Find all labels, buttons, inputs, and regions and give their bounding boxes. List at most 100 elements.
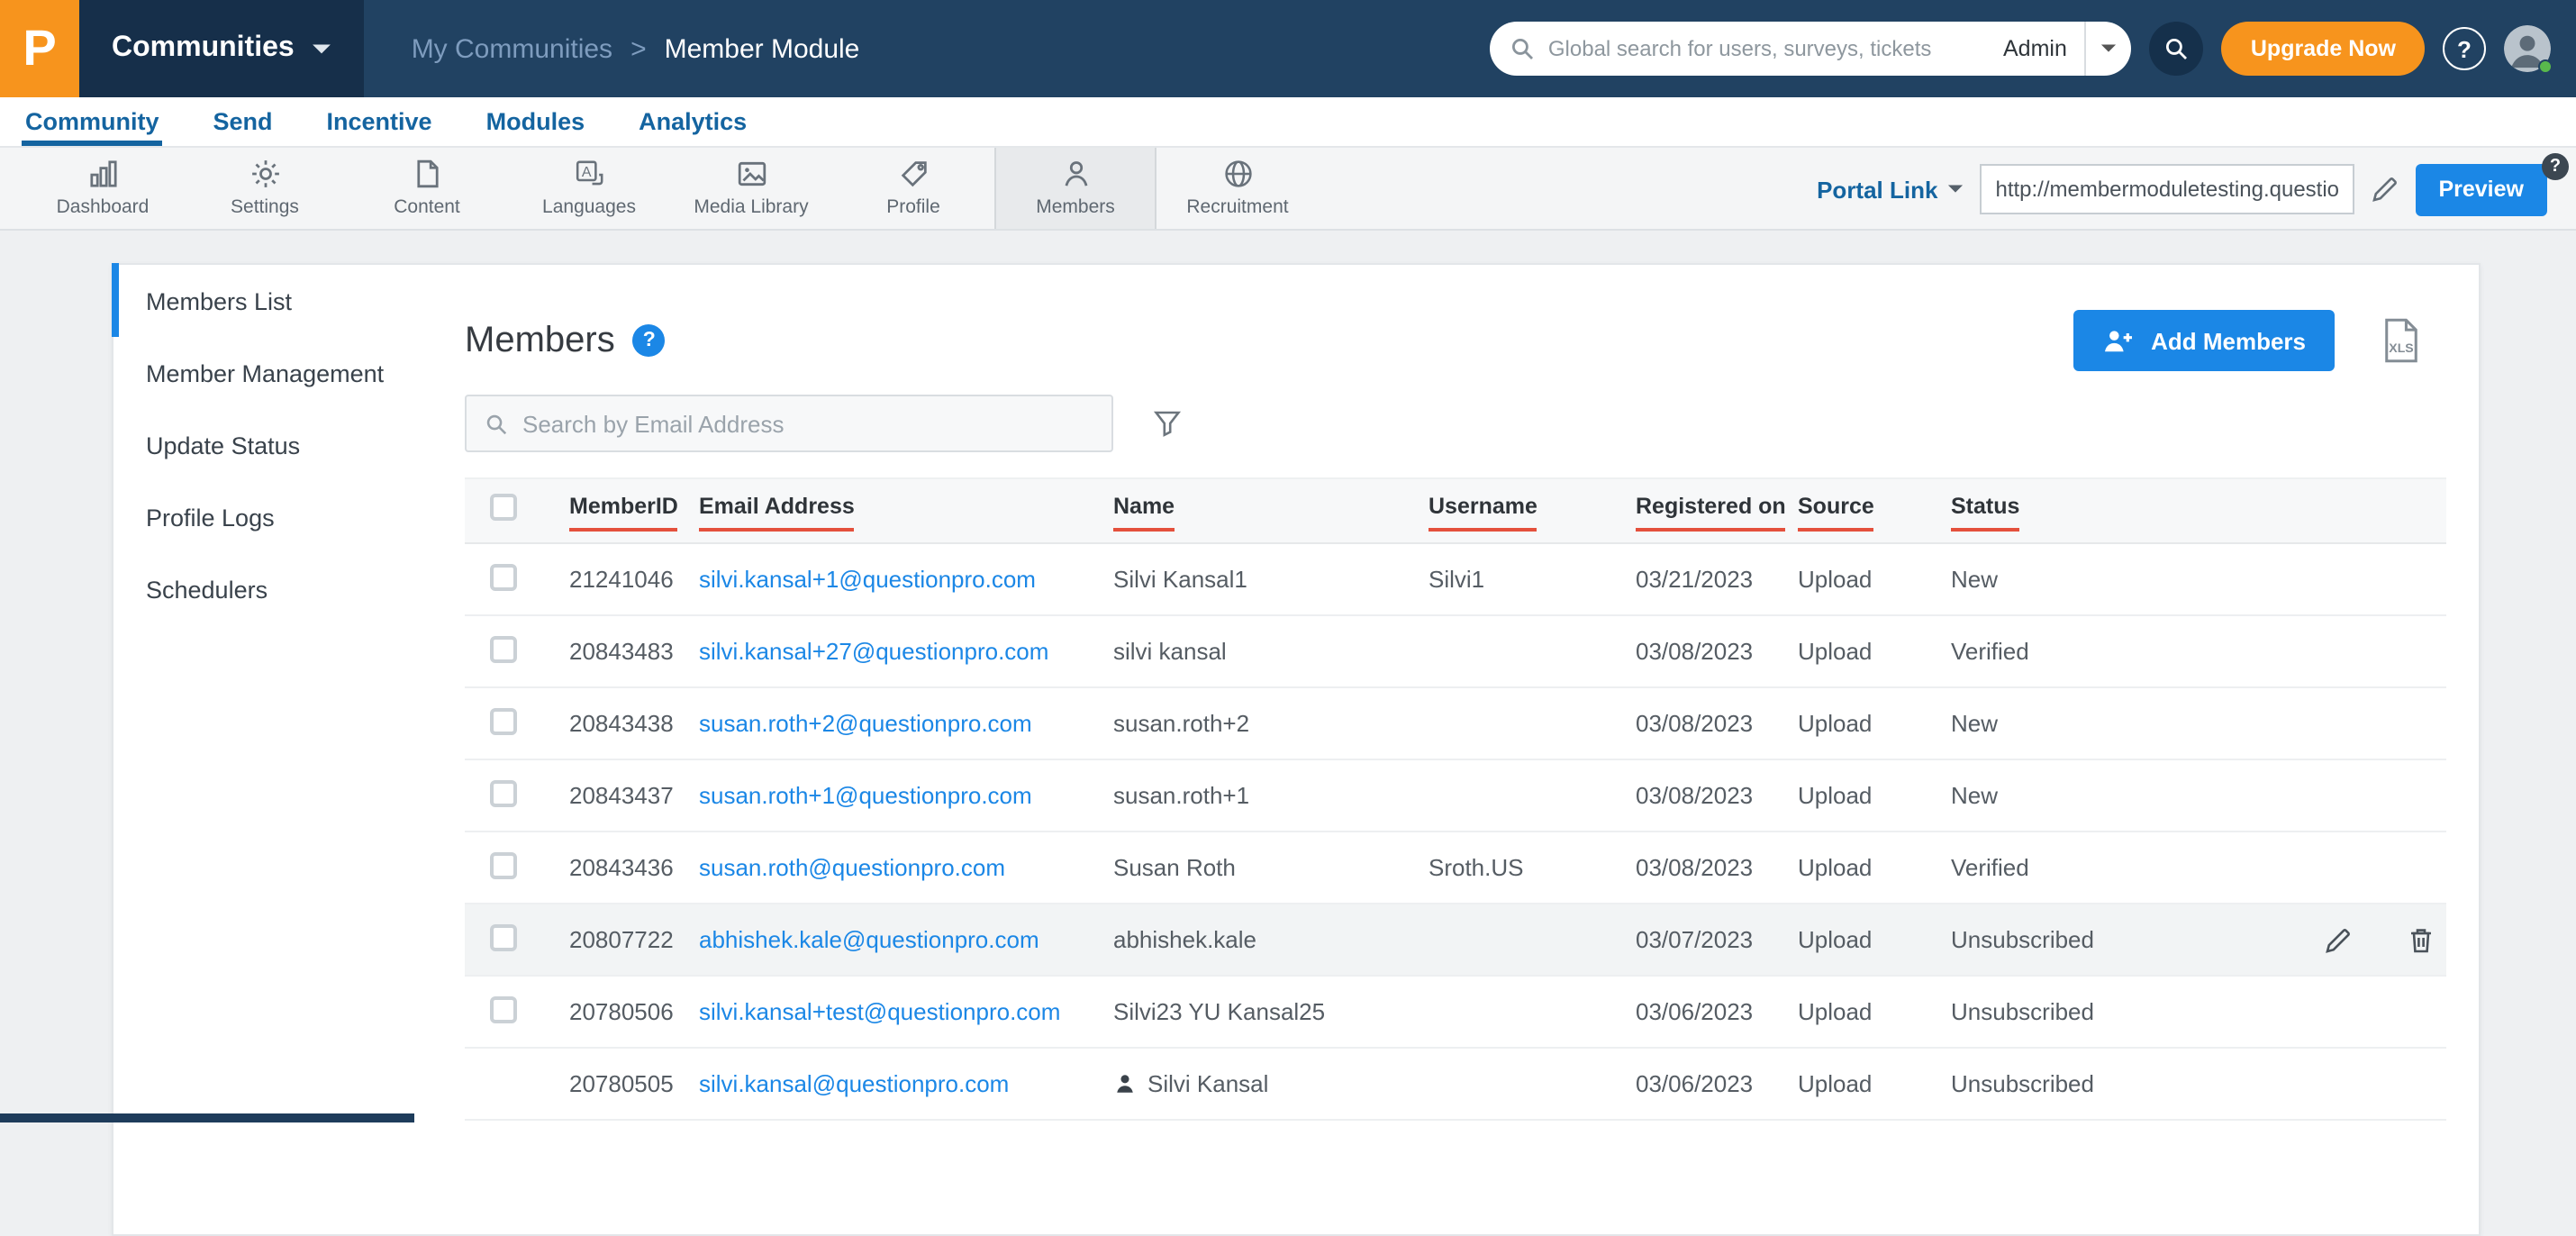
toolbar-item-label: Languages — [542, 196, 636, 218]
row-checkbox[interactable] — [490, 707, 517, 734]
table-row[interactable]: 20843438susan.roth+2@questionpro.comsusa… — [465, 688, 2446, 760]
sidebar-item-profile-logs[interactable]: Profile Logs — [113, 481, 465, 553]
select-all-checkbox[interactable] — [490, 493, 517, 520]
member-email-link[interactable]: susan.roth+1@questionpro.com — [699, 782, 1032, 809]
toolbar-item-profile[interactable]: Profile — [832, 148, 994, 229]
cell-name: silvi kansal — [1088, 638, 1403, 665]
person-icon — [1113, 1072, 1137, 1095]
toolbar-item-recruitment[interactable]: Recruitment — [1156, 148, 1319, 229]
member-email-link[interactable]: silvi.kansal@questionpro.com — [699, 1070, 1009, 1097]
search-scope-dropdown[interactable]: Admin — [1985, 36, 2085, 61]
module-toolbar: Dashboard Settings Content A Languages Media … — [0, 148, 2576, 231]
column-header-label[interactable]: Registered on — [1636, 494, 1786, 532]
recruitment-icon — [1222, 159, 1253, 189]
toolbar-item-label: Dashboard — [57, 196, 150, 218]
member-email-link[interactable]: silvi.kansal+27@questionpro.com — [699, 638, 1048, 665]
member-email-link[interactable]: abhishek.kale@questionpro.com — [699, 926, 1039, 953]
global-search-input[interactable] — [1548, 36, 1985, 61]
nav-tab-send[interactable]: Send — [213, 97, 273, 146]
column-header-label[interactable]: Status — [1951, 494, 2019, 532]
member-search-input[interactable] — [522, 410, 1093, 437]
member-email-link[interactable]: susan.roth@questionpro.com — [699, 854, 1005, 881]
sidebar-item-member-management[interactable]: Member Management — [113, 337, 465, 409]
preview-button[interactable]: Preview — [2415, 163, 2547, 215]
edit-pencil-icon[interactable] — [2324, 926, 2353, 955]
sidebar-item-schedulers[interactable]: Schedulers — [113, 553, 465, 625]
cell-registered-on: 03/08/2023 — [1610, 854, 1773, 881]
member-search[interactable] — [465, 395, 1113, 452]
cell-memberid: 20843436 — [544, 854, 674, 881]
toolbar-item-languages[interactable]: A Languages — [508, 148, 670, 229]
column-header-label[interactable]: Name — [1113, 494, 1175, 532]
questionpro-logo[interactable]: P — [0, 0, 79, 97]
cell-email: silvi.kansal@questionpro.com — [674, 1070, 1088, 1097]
languages-icon: A — [574, 159, 604, 189]
cell-memberid: 20843437 — [544, 782, 674, 809]
toolbar-item-label: Settings — [231, 196, 299, 218]
export-xls-icon[interactable]: XLS — [2381, 317, 2421, 364]
toolbar-item-settings[interactable]: Settings — [184, 148, 346, 229]
row-checkbox[interactable] — [490, 995, 517, 1022]
row-checkbox[interactable] — [490, 563, 517, 590]
cell-source: Upload — [1773, 566, 1926, 593]
members-content: Members ? Add Members XLS MemberIDEmail … — [465, 265, 2482, 1121]
nav-tab-community[interactable]: Community — [25, 97, 159, 146]
table-body: 21241046silvi.kansal+1@questionpro.comSi… — [465, 544, 2446, 1121]
column-header-label[interactable]: Email Address — [699, 494, 855, 532]
search-submit-button[interactable] — [2150, 22, 2204, 76]
nav-tab-incentive[interactable]: Incentive — [327, 97, 432, 146]
row-checkbox[interactable] — [490, 851, 517, 878]
help-icon-small[interactable]: ? — [2542, 153, 2569, 180]
help-icon[interactable]: ? — [633, 324, 666, 357]
sidebar-item-members-list[interactable]: Members List — [113, 265, 465, 337]
table-row[interactable]: 20780505silvi.kansal@questionpro.comSilv… — [465, 1049, 2446, 1121]
members-card: Members ListMember ManagementUpdate Stat… — [112, 263, 2481, 1236]
filter-icon[interactable] — [1153, 409, 1182, 438]
toolbar-item-dashboard[interactable]: Dashboard — [22, 148, 184, 229]
table-row[interactable]: 20843437 susan.roth+1@questionpro.com susa… — [465, 760, 2446, 832]
toolbar-item-label: Recruitment — [1186, 196, 1288, 218]
add-members-button[interactable]: Add Members — [2073, 310, 2335, 371]
search-icon — [2164, 36, 2190, 61]
row-checkbox[interactable] — [490, 923, 517, 950]
toolbar-item-media-library[interactable]: Media Library — [670, 148, 832, 229]
column-header-status: Status — [1926, 490, 2446, 532]
column-header-label[interactable]: Source — [1798, 494, 1874, 532]
toolbar-items: Dashboard Settings Content A Languages Media … — [0, 148, 1319, 229]
search-scope-caret-button[interactable] — [2085, 22, 2132, 76]
column-header-label[interactable]: Username — [1429, 494, 1537, 532]
table-row[interactable]: 20780506silvi.kansal+test@questionpro.co… — [465, 977, 2446, 1049]
avatar[interactable] — [2504, 25, 2551, 72]
table-row[interactable]: 20843436susan.roth@questionpro.comSusan … — [465, 832, 2446, 904]
toolbar-item-content[interactable]: Content — [346, 148, 508, 229]
portal-link-label: Portal Link — [1817, 176, 1937, 203]
product-switcher[interactable]: Communities — [79, 0, 365, 97]
cell-name: susan.roth+1 — [1088, 782, 1403, 809]
cell-registered-on: 03/06/2023 — [1610, 998, 1773, 1025]
row-checkbox[interactable] — [490, 635, 517, 662]
portal-link-dropdown[interactable]: Portal Link — [1817, 176, 1963, 203]
edit-pencil-icon[interactable] — [2370, 175, 2399, 204]
table-row[interactable]: 20807722abhishek.kale@questionpro.comabh… — [465, 904, 2446, 977]
global-search[interactable]: Admin — [1491, 22, 2132, 76]
portal-url-input[interactable] — [1979, 164, 2354, 214]
toolbar-item-members[interactable]: Members — [994, 148, 1156, 229]
upgrade-now-button[interactable]: Upgrade Now — [2222, 22, 2425, 76]
nav-tab-analytics[interactable]: Analytics — [639, 97, 747, 146]
table-row[interactable]: 20843483silvi.kansal+27@questionpro.coms… — [465, 616, 2446, 688]
content-icon — [412, 159, 442, 189]
help-icon[interactable]: ? — [2443, 27, 2486, 70]
table-row[interactable]: 21241046silvi.kansal+1@questionpro.comSi… — [465, 544, 2446, 616]
member-email-link[interactable]: susan.roth+2@questionpro.com — [699, 710, 1032, 737]
breadcrumb-parent[interactable]: My Communities — [412, 33, 612, 64]
sidebar-item-update-status[interactable]: Update Status — [113, 409, 465, 481]
delete-trash-icon[interactable] — [2407, 926, 2435, 955]
cell-checkbox — [465, 851, 544, 884]
column-header-label[interactable]: MemberID — [569, 494, 678, 532]
cell-name: Silvi Kansal — [1088, 1070, 1403, 1097]
member-email-link[interactable]: silvi.kansal+1@questionpro.com — [699, 566, 1036, 593]
member-email-link[interactable]: silvi.kansal+test@questionpro.com — [699, 998, 1060, 1025]
nav-tab-modules[interactable]: Modules — [486, 97, 585, 146]
column-header-email-address: Email Address — [674, 490, 1088, 532]
row-checkbox[interactable] — [490, 779, 517, 806]
